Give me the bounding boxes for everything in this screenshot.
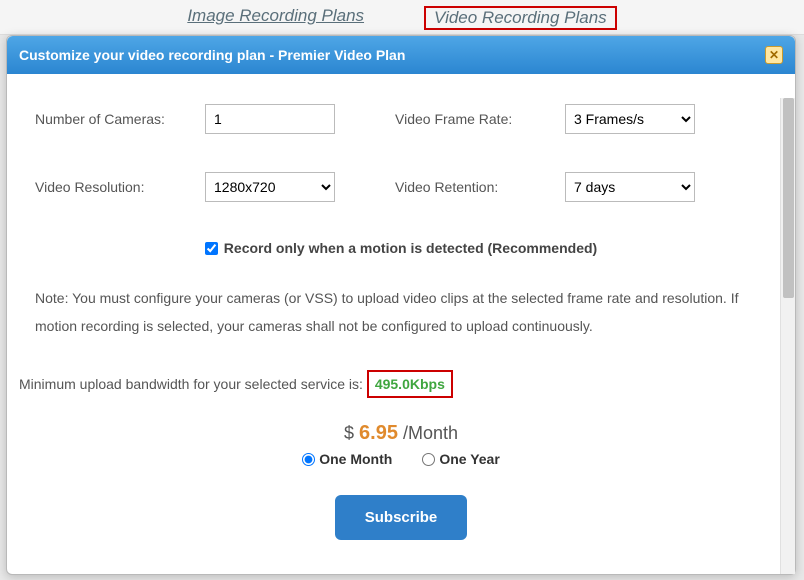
duration-one-year[interactable]: One Year [422, 451, 499, 467]
price-amount: 6.95 [359, 422, 398, 444]
scrollbar-thumb[interactable] [783, 98, 794, 298]
bandwidth-line: Minimum upload bandwidth for your select… [19, 370, 767, 398]
radio-one-month[interactable] [302, 453, 315, 466]
duration-options: One Month One Year [35, 451, 767, 467]
frame-rate-label: Video Frame Rate: [395, 111, 565, 127]
price-line: $ 6.95 /Month [35, 422, 767, 445]
close-icon[interactable]: ✕ [765, 46, 783, 64]
price-currency: $ [344, 423, 354, 443]
bandwidth-value: 495.0Kbps [367, 370, 453, 398]
customize-plan-dialog: Customize your video recording plan - Pr… [6, 35, 796, 575]
frame-rate-select[interactable]: 3 Frames/s [565, 104, 695, 134]
one-month-label: One Month [319, 451, 392, 467]
dialog-title-text: Customize your video recording plan - Pr… [19, 47, 405, 63]
one-year-label: One Year [439, 451, 499, 467]
motion-detect-checkbox[interactable] [205, 242, 218, 255]
dialog-body: Number of Cameras: Video Frame Rate: 3 F… [7, 74, 795, 574]
tab-video-recording[interactable]: Video Recording Plans [424, 6, 617, 30]
tab-image-recording[interactable]: Image Recording Plans [187, 6, 364, 30]
motion-detect-label: Record only when a motion is detected (R… [224, 240, 597, 256]
num-cameras-label: Number of Cameras: [35, 111, 205, 127]
config-note: Note: You must configure your cameras (o… [35, 284, 767, 340]
dialog-titlebar: Customize your video recording plan - Pr… [7, 36, 795, 74]
resolution-label: Video Resolution: [35, 179, 205, 195]
plan-tabs: Image Recording Plans Video Recording Pl… [0, 0, 804, 35]
subscribe-button[interactable]: Subscribe [335, 495, 468, 540]
duration-one-month[interactable]: One Month [302, 451, 392, 467]
scrollbar[interactable] [780, 98, 795, 574]
radio-one-year[interactable] [422, 453, 435, 466]
bandwidth-label: Minimum upload bandwidth for your select… [19, 376, 363, 392]
price-period: /Month [403, 423, 458, 443]
num-cameras-input[interactable] [205, 104, 335, 134]
retention-label: Video Retention: [395, 179, 565, 195]
retention-select[interactable]: 7 days [565, 172, 695, 202]
resolution-select[interactable]: 1280x720 [205, 172, 335, 202]
